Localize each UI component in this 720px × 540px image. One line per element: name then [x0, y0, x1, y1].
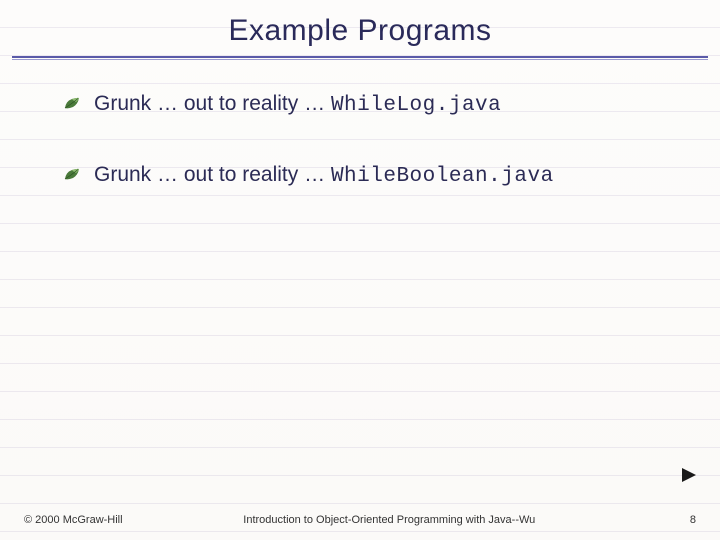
bullet-text: Grunk … out to reality … WhileLog.java	[94, 92, 501, 117]
slide: Example Programs Grunk … out to reality …	[0, 0, 720, 540]
bullet-code: WhileLog.java	[331, 94, 501, 117]
leaf-bullet-icon	[64, 96, 80, 110]
content-area: Grunk … out to reality … WhileLog.java G…	[0, 62, 720, 188]
footer-title: Introduction to Object-Oriented Programm…	[123, 514, 656, 526]
bullet-lead: Grunk … out to reality …	[94, 92, 325, 115]
play-icon[interactable]	[680, 466, 698, 484]
bullet-text: Grunk … out to reality … WhileBoolean.ja…	[94, 163, 554, 188]
footer-copyright: © 2000 McGraw-Hill	[24, 514, 123, 526]
bullet-code: WhileBoolean.java	[331, 165, 554, 188]
bullet-item: Grunk … out to reality … WhileBoolean.ja…	[64, 161, 680, 188]
slide-title: Example Programs	[0, 14, 720, 48]
title-underline	[0, 56, 720, 62]
bullet-lead: Grunk … out to reality …	[94, 163, 325, 186]
footer: © 2000 McGraw-Hill Introduction to Objec…	[0, 514, 720, 526]
page-number: 8	[656, 514, 696, 526]
title-area: Example Programs	[0, 0, 720, 62]
leaf-bullet-icon	[64, 167, 80, 181]
bullet-item: Grunk … out to reality … WhileLog.java	[64, 90, 680, 117]
